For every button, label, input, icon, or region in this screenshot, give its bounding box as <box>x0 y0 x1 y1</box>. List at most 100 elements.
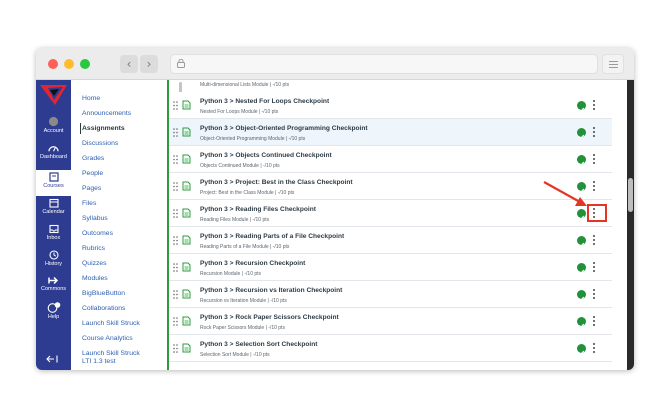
published-check-icon[interactable] <box>577 317 586 328</box>
assignment-details: Reading Parts of a File Module | -/10 pt… <box>200 244 290 250</box>
global-navigation: Account Dashboard Courses Calendar Inbox… <box>36 80 71 370</box>
assignment-title-link[interactable]: Python 3 > Reading Files Checkpoint <box>200 206 316 213</box>
global-nav-calendar[interactable]: Calendar <box>36 198 71 224</box>
course-nav-people[interactable]: People <box>82 170 103 177</box>
assignment-details: Rock Paper Scissors Module | -/10 pts <box>200 325 285 331</box>
drag-handle-icon[interactable] <box>173 182 178 191</box>
page-scrollbar[interactable] <box>627 80 634 370</box>
drag-handle-icon[interactable] <box>173 155 178 164</box>
course-nav-grades[interactable]: Grades <box>82 155 104 162</box>
assignment-row[interactable]: Python 3 > Recursion Checkpoint Recursion… <box>169 254 612 281</box>
course-nav-announcements[interactable]: Announcements <box>82 110 131 117</box>
assignment-title-link[interactable]: Python 3 > Selection Sort Checkpoint <box>200 341 317 348</box>
more-options-icon[interactable] <box>593 181 596 192</box>
maximize-window-button[interactable] <box>80 59 90 69</box>
assignment-row[interactable]: Python 3 > Reading Parts of a File Check… <box>169 227 612 254</box>
more-options-icon[interactable] <box>593 316 596 327</box>
more-options-icon[interactable] <box>593 262 596 273</box>
forward-button[interactable]: › <box>140 55 158 73</box>
course-nav-bigbluebutton[interactable]: BigBlueButton <box>82 290 125 297</box>
global-nav-dashboard[interactable]: Dashboard <box>36 144 71 170</box>
minimize-window-button[interactable] <box>64 59 74 69</box>
assignment-title-link[interactable]: Python 3 > Reading Parts of a File Check… <box>200 233 344 240</box>
assignment-title-link[interactable]: Python 3 > Nested For Loops Checkpoint <box>200 98 329 105</box>
global-nav-label: Calendar <box>42 209 65 215</box>
assignment-icon <box>182 208 191 218</box>
assignment-row[interactable]: Python 3 > Selection Sort Checkpoint Sele… <box>169 335 612 362</box>
course-nav-quizzes[interactable]: Quizzes <box>82 260 107 267</box>
address-bar[interactable] <box>170 54 598 74</box>
drag-handle-icon[interactable] <box>173 317 178 326</box>
course-nav-launch-skill-struck-lti[interactable]: Launch Skill Struck LTI 1.3 test <box>82 350 140 365</box>
annotation-highlight-box <box>587 204 607 222</box>
published-check-icon[interactable] <box>577 209 586 220</box>
drag-handle-icon[interactable] <box>173 236 178 245</box>
assignment-row[interactable]: Python 3 > Object-Oriented Programming C… <box>169 119 612 146</box>
global-nav-history[interactable]: History <box>36 250 71 276</box>
drag-handle-icon[interactable] <box>173 344 178 353</box>
published-check-icon[interactable] <box>577 263 586 274</box>
course-nav-pages[interactable]: Pages <box>82 185 101 192</box>
more-options-icon[interactable] <box>593 235 596 246</box>
assignment-row[interactable]: Python 3 > Recursion vs Iteration Checkp… <box>169 281 612 308</box>
published-check-icon[interactable] <box>577 290 586 301</box>
course-nav-label: LTI 1.3 test <box>82 358 116 365</box>
published-check-icon[interactable] <box>577 344 586 355</box>
more-options-icon[interactable] <box>593 127 596 138</box>
published-check-icon[interactable] <box>577 101 586 112</box>
assignment-title-link[interactable]: Python 3 > Project: Best in the Class Ch… <box>200 179 353 186</box>
assignment-title-link[interactable]: Python 3 > Recursion vs Iteration Checkp… <box>200 287 342 294</box>
global-nav-label: Commons <box>40 286 67 292</box>
assignment-details: Recursion vs Iteration Module | -/10 pts <box>200 298 287 304</box>
back-button[interactable]: ‹ <box>120 55 138 73</box>
more-options-icon[interactable] <box>593 100 596 111</box>
page-scrollbar-thumb[interactable] <box>628 178 633 212</box>
course-nav-home[interactable]: Home <box>82 95 100 102</box>
assignment-row[interactable]: Python 3 > Rock Paper Scissors Checkpoin… <box>169 308 612 335</box>
course-nav-modules[interactable]: Modules <box>82 275 108 282</box>
assignment-title-link[interactable]: Python 3 > Objects Continued Checkpoint <box>200 152 332 159</box>
collapse-nav-button[interactable] <box>45 350 59 368</box>
published-check-icon[interactable] <box>577 236 586 247</box>
drag-handle-icon[interactable] <box>173 101 178 110</box>
assignment-details: Nested For Loops Module | -/10 pts <box>200 109 279 115</box>
course-nav-files[interactable]: Files <box>82 200 96 207</box>
global-nav-label: Account <box>43 128 64 134</box>
drag-handle-icon[interactable] <box>173 128 178 137</box>
dashboard-icon <box>48 146 59 152</box>
assignment-row[interactable]: Python 3 > Nested For Loops Checkpoint Ne… <box>169 92 612 119</box>
drag-handle-icon[interactable] <box>173 263 178 272</box>
published-check-icon[interactable] <box>577 155 586 166</box>
canvas-logo-icon[interactable] <box>38 82 69 108</box>
course-nav-launch-skill-struck[interactable]: Launch Skill Struck <box>82 320 140 327</box>
assignment-title-link[interactable]: Python 3 > Recursion Checkpoint <box>200 260 305 267</box>
global-nav-help[interactable]: Help <box>36 302 71 328</box>
assignment-icon <box>182 181 191 191</box>
course-nav-outcomes[interactable]: Outcomes <box>82 230 113 237</box>
assignment-row[interactable]: Python 3 > Objects Continued Checkpoint O… <box>169 146 612 173</box>
published-check-icon[interactable] <box>577 128 586 139</box>
course-nav-collaborations[interactable]: Collaborations <box>82 305 125 312</box>
commons-icon <box>48 276 59 285</box>
assignment-icon <box>182 235 191 245</box>
course-nav-discussions[interactable]: Discussions <box>82 140 118 147</box>
course-nav-assignments[interactable]: Assignments <box>82 125 125 132</box>
course-nav-rubrics[interactable]: Rubrics <box>82 245 105 252</box>
assignment-title-link[interactable]: Python 3 > Object-Oriented Programming C… <box>200 125 368 132</box>
course-nav-course-analytics[interactable]: Course Analytics <box>82 335 133 342</box>
close-window-button[interactable] <box>48 59 58 69</box>
assignment-details: Objects Continued Module | -/10 pts <box>200 163 280 169</box>
global-nav-account[interactable]: Account <box>36 116 71 142</box>
more-options-icon[interactable] <box>593 154 596 165</box>
course-nav-syllabus[interactable]: Syllabus <box>82 215 108 222</box>
sidebar-toggle-icon[interactable] <box>602 54 624 74</box>
collapse-arrow-icon <box>46 355 58 363</box>
global-nav-inbox[interactable]: Inbox <box>36 224 71 250</box>
global-nav-commons[interactable]: Commons <box>36 276 71 302</box>
drag-handle-icon[interactable] <box>173 209 178 218</box>
assignment-title-link[interactable]: Python 3 > Rock Paper Scissors Checkpoin… <box>200 314 339 321</box>
global-nav-courses[interactable]: Courses <box>36 170 71 196</box>
more-options-icon[interactable] <box>593 343 596 354</box>
more-options-icon[interactable] <box>593 289 596 300</box>
drag-handle-icon[interactable] <box>173 290 178 299</box>
